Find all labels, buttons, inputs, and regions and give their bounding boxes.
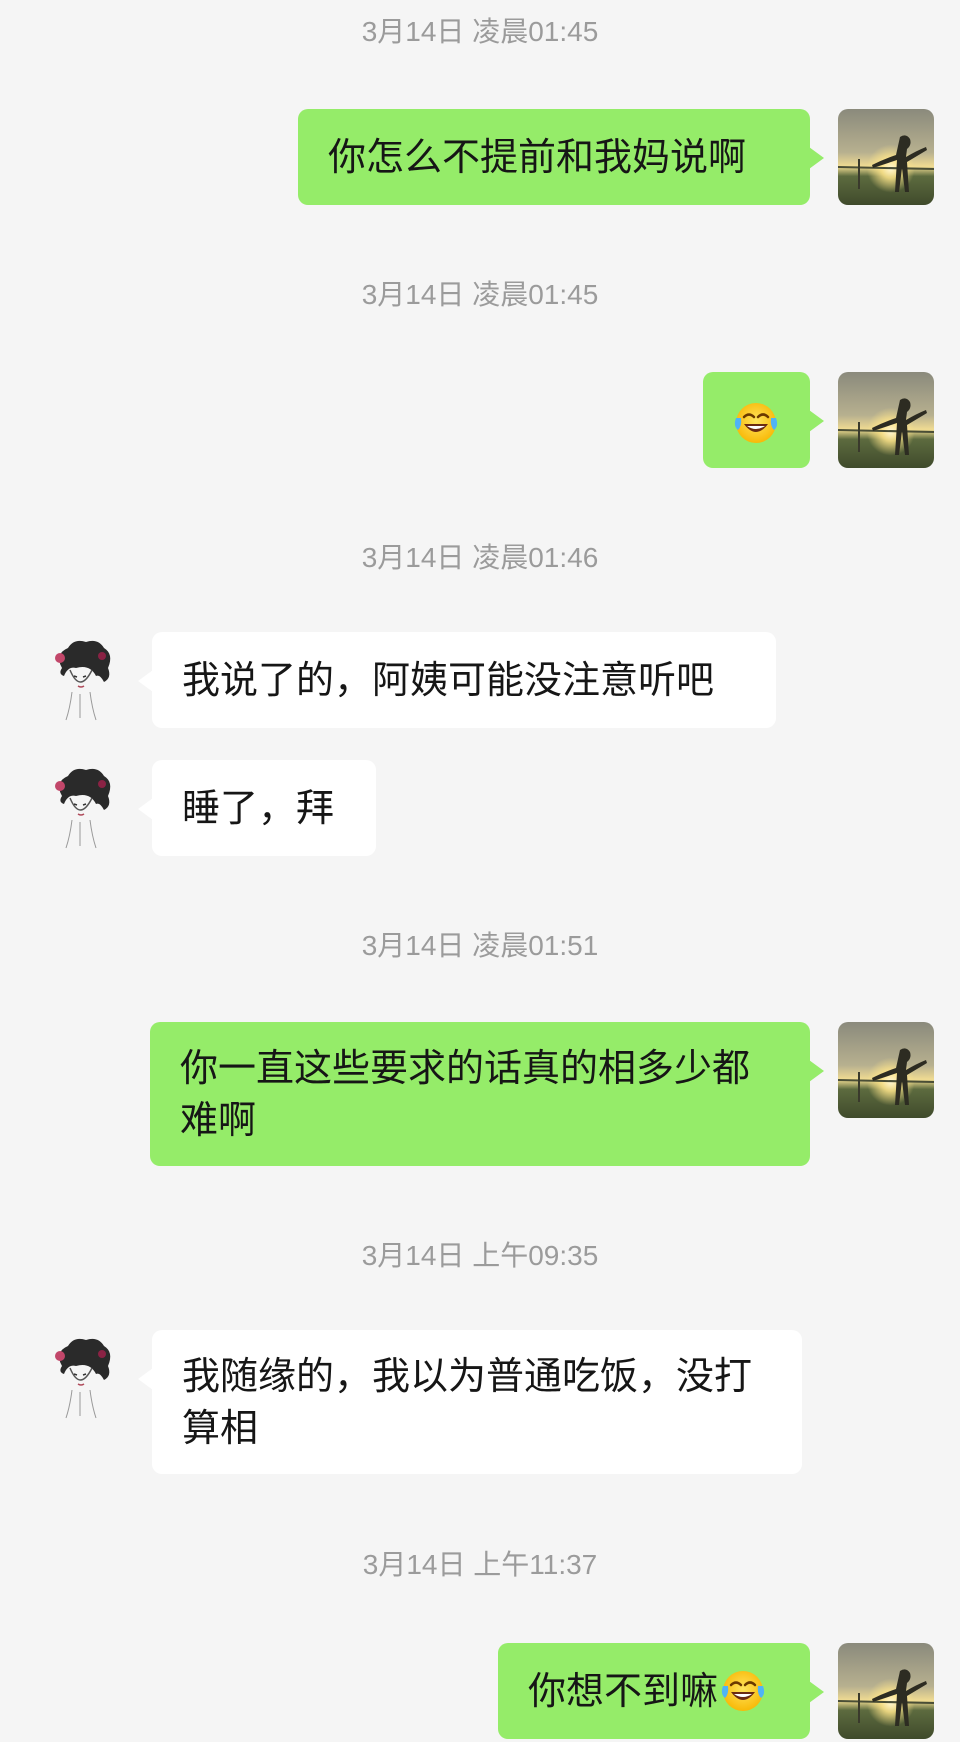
message-text: 你怎么不提前和我妈说啊 xyxy=(328,135,747,179)
message-timestamp: 3月14日 凌晨01:45 xyxy=(361,279,599,310)
contact-avatar[interactable] xyxy=(32,760,128,856)
message-timestamp: 3月14日 上午09:35 xyxy=(361,1240,599,1271)
sent-emoji-bubble[interactable] xyxy=(703,372,824,468)
message-text: 我随缘的，我以为普通吃饭，没打算相 xyxy=(182,1354,753,1450)
received-message-bubble[interactable]: 睡了，拜 xyxy=(138,760,376,856)
ink-portrait-icon xyxy=(32,1330,128,1426)
sunset-silhouette-icon xyxy=(838,109,934,205)
sunset-silhouette-icon xyxy=(838,372,934,468)
ink-portrait-icon xyxy=(32,632,128,728)
self-avatar[interactable] xyxy=(838,109,934,205)
sent-message-bubble[interactable]: 你怎么不提前和我妈说啊 xyxy=(298,109,824,205)
message-timestamp: 3月14日 凌晨01:46 xyxy=(361,542,599,573)
self-avatar[interactable] xyxy=(838,372,934,468)
message-timestamp: 3月14日 凌晨01:45 xyxy=(361,16,599,47)
message-text: 睡了，拜 xyxy=(182,786,335,830)
laughing-tears-emoji-icon xyxy=(733,400,779,446)
received-message-bubble[interactable]: 我随缘的，我以为普通吃饭，没打算相 xyxy=(138,1330,802,1474)
message-timestamp: 3月14日 凌晨01:51 xyxy=(361,930,599,961)
sunset-silhouette-icon xyxy=(838,1022,934,1118)
sent-message-bubble[interactable]: 你一直这些要求的话真的相多少都难啊 xyxy=(150,1022,824,1166)
self-avatar[interactable] xyxy=(838,1643,934,1739)
sunset-silhouette-icon xyxy=(838,1643,934,1739)
message-text: 你一直这些要求的话真的相多少都难啊 xyxy=(180,1046,751,1142)
contact-avatar[interactable] xyxy=(32,632,128,728)
received-message-bubble[interactable]: 我说了的，阿姨可能没注意听吧 xyxy=(138,632,776,728)
message-text: 我说了的，阿姨可能没注意听吧 xyxy=(182,658,715,702)
contact-avatar[interactable] xyxy=(32,1330,128,1426)
message-text: 你想不到嘛 xyxy=(528,1669,719,1713)
laughing-tears-emoji-icon xyxy=(720,1668,766,1714)
message-timestamp: 3月14日 上午11:37 xyxy=(362,1549,598,1580)
sent-message-bubble[interactable]: 你想不到嘛 xyxy=(498,1643,824,1739)
ink-portrait-icon xyxy=(32,760,128,856)
self-avatar[interactable] xyxy=(838,1022,934,1118)
